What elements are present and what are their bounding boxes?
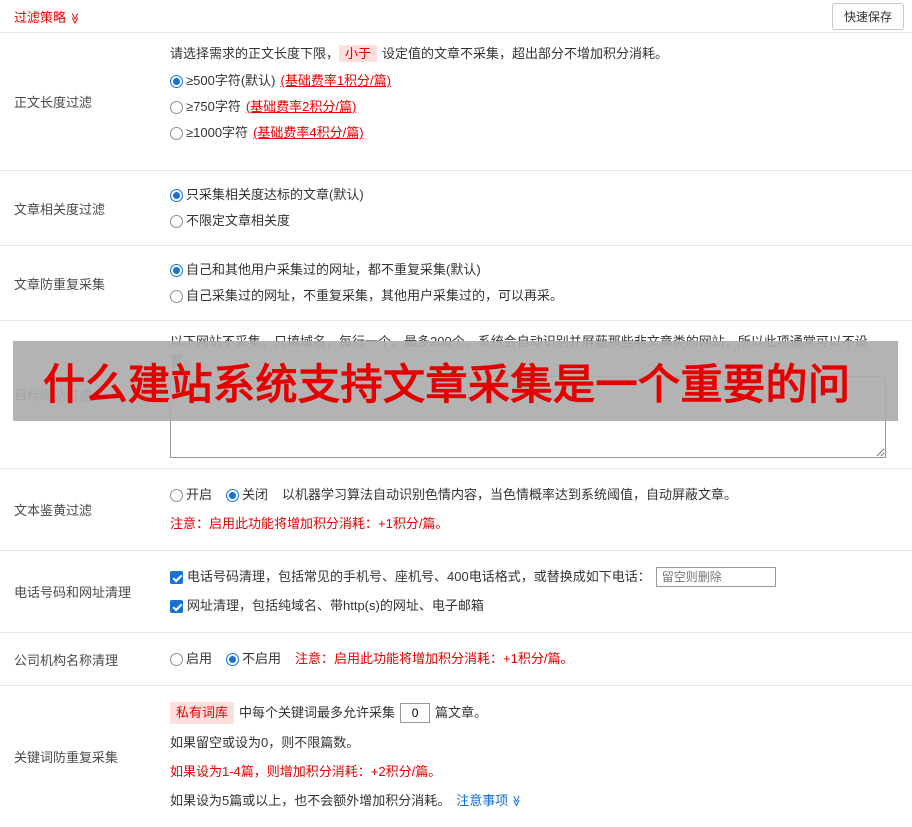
row-phone-url-cleanup: 电话号码和网址清理 电话号码清理，包括常见的手机号、座机号、400电话格式，或替… [0, 551, 912, 633]
keyword-limit-suffix: 篇文章。 [435, 703, 487, 723]
option-label: 电话号码清理，包括常见的手机号、座机号、400电话格式，或替换成如下电话： [187, 567, 651, 587]
option-label: 只采集相关度达标的文章(默认) [186, 186, 364, 204]
row-label-relevance: 文章相关度过滤 [0, 171, 170, 245]
radio-icon[interactable] [226, 489, 239, 502]
option-label: 关闭 [242, 485, 268, 505]
checkbox-icon[interactable] [170, 600, 183, 613]
radio-option-company-on[interactable]: 启用 [170, 649, 212, 669]
keyword-note-5plus-line: 如果设为5篇或以上，也不会额外增加积分消耗。 注意事项≫ [170, 791, 902, 811]
company-cleanup-warning: 注意：启用此功能将增加积分消耗：+1积分/篇。 [295, 649, 573, 669]
keyword-note-5plus: 如果设为5篇或以上，也不会额外增加积分消耗。 [170, 791, 450, 811]
body-length-desc: 请选择需求的正文长度下限，小于设定值的文章不采集，超出部分不增加积分消耗。 [170, 44, 902, 64]
row-label-body-length: 正文长度过滤 [0, 33, 170, 170]
radio-icon[interactable] [226, 653, 239, 666]
radio-icon[interactable] [170, 189, 183, 202]
quick-save-button[interactable]: 快速保存 [832, 3, 904, 30]
private-lexicon-highlight: 私有词库 [170, 702, 234, 724]
row-label-company: 公司机构名称清理 [0, 633, 170, 685]
keyword-note-1-4: 如果设为1-4篇，则增加积分消耗：+2积分/篇。 [170, 762, 902, 782]
row-label-keyword-dedup: 关键词防重复采集 [0, 686, 170, 827]
radio-option-dedup-all-users[interactable]: 自己和其他用户采集过的网址，都不重复采集(默认) [170, 261, 902, 279]
checkbox-option-url-cleanup[interactable]: 网址清理，包括纯域名、带http(s)的网址、电子邮箱 [170, 596, 484, 616]
url-cleanup-line: 网址清理，包括纯域名、带http(s)的网址、电子邮箱 [170, 596, 902, 616]
page-title: 过滤策略 [14, 10, 66, 25]
porn-filter-options-line: 开启 关闭 以机器学习算法自动识别色情内容，当色情概率达到系统阈值，自动屏蔽文章… [170, 485, 902, 505]
row-label-porn-filter: 文本鉴黄过滤 [0, 469, 170, 550]
desc-highlight-xiaoyu: 小于 [339, 45, 377, 62]
radio-icon[interactable] [170, 127, 183, 140]
checkbox-icon[interactable] [170, 571, 183, 584]
replacement-phone-input[interactable] [656, 567, 776, 587]
option-label: 启用 [186, 649, 212, 669]
row-keyword-dedup: 关键词防重复采集 私有词库 中每个关键词最多允许采集 篇文章。 如果留空或设为0… [0, 686, 912, 827]
radio-option-750-chars[interactable]: ≥750字符 (基础费率2积分/篇) [170, 98, 902, 116]
chevron-down-icon: ≫ [68, 12, 81, 24]
keyword-note-empty: 如果留空或设为0，则不限篇数。 [170, 733, 902, 753]
option-label: ≥1000字符 [186, 124, 248, 142]
phone-cleanup-line: 电话号码清理，包括常见的手机号、座机号、400电话格式，或替换成如下电话： [170, 567, 902, 587]
option-fee-note: (基础费率1积分/篇) [280, 72, 391, 90]
row-relevance-filter: 文章相关度过滤 只采集相关度达标的文章(默认) 不限定文章相关度 [0, 171, 912, 246]
row-body-length-filter: 正文长度过滤 请选择需求的正文长度下限，小于设定值的文章不采集，超出部分不增加积… [0, 33, 912, 171]
desc-text-prefix: 请选择需求的正文长度下限， [170, 46, 339, 61]
page-title-wrap[interactable]: 过滤策略≫ [14, 7, 81, 26]
option-label: 不限定文章相关度 [186, 212, 290, 230]
radio-option-company-off[interactable]: 不启用 [226, 649, 281, 669]
option-fee-note: (基础费率2积分/篇) [246, 98, 357, 116]
topbar: 过滤策略≫ 快速保存 [0, 0, 912, 33]
radio-icon[interactable] [170, 215, 183, 228]
keyword-limit-line: 私有词库 中每个关键词最多允许采集 篇文章。 [170, 702, 902, 724]
option-label: 网址清理，包括纯域名、带http(s)的网址、电子邮箱 [187, 596, 484, 616]
row-dedup-filter: 文章防重复采集 自己和其他用户采集过的网址，都不重复采集(默认) 自己采集过的网… [0, 246, 912, 321]
radio-icon[interactable] [170, 264, 183, 277]
radio-option-porn-off[interactable]: 关闭 [226, 485, 268, 505]
radio-option-500-chars[interactable]: ≥500字符(默认) (基础费率1积分/篇) [170, 72, 902, 90]
company-cleanup-line: 启用 不启用 注意：启用此功能将增加积分消耗：+1积分/篇。 [170, 649, 902, 669]
porn-filter-warning: 注意：启用此功能将增加积分消耗：+1积分/篇。 [170, 514, 902, 534]
radio-icon[interactable] [170, 75, 183, 88]
option-fee-note: (基础费率4积分/篇) [253, 124, 364, 142]
radio-option-porn-on[interactable]: 开启 [170, 485, 212, 505]
radio-icon[interactable] [170, 653, 183, 666]
option-label: 开启 [186, 485, 212, 505]
radio-option-1000-chars[interactable]: ≥1000字符 (基础费率4积分/篇) [170, 124, 902, 142]
notes-link[interactable]: 注意事项 [456, 791, 508, 811]
keyword-limit-input[interactable] [400, 703, 430, 723]
watermark-overlay: 什么建站系统支持文章采集是一个重要的问 [13, 341, 898, 421]
desc-text-suffix: 设定值的文章不采集，超出部分不增加积分消耗。 [382, 46, 668, 61]
row-porn-filter: 文本鉴黄过滤 开启 关闭 以机器学习算法自动识别色情内容，当色情概率达到系统阈值… [0, 469, 912, 551]
option-label: ≥750字符 [186, 98, 241, 116]
row-label-dedup: 文章防重复采集 [0, 246, 170, 320]
chevron-down-icon: ≫ [506, 795, 526, 807]
radio-option-relevance-strict[interactable]: 只采集相关度达标的文章(默认) [170, 186, 902, 204]
radio-option-relevance-any[interactable]: 不限定文章相关度 [170, 212, 902, 230]
radio-icon[interactable] [170, 101, 183, 114]
watermark-text: 什么建站系统支持文章采集是一个重要的问 [43, 351, 851, 412]
row-label-phone-url: 电话号码和网址清理 [0, 551, 170, 632]
option-label: 不启用 [242, 649, 281, 669]
checkbox-option-phone-cleanup[interactable]: 电话号码清理，包括常见的手机号、座机号、400电话格式，或替换成如下电话： [170, 567, 651, 587]
option-label: 自己采集过的网址，不重复采集，其他用户采集过的，可以再采。 [186, 287, 563, 305]
radio-option-dedup-self-only[interactable]: 自己采集过的网址，不重复采集，其他用户采集过的，可以再采。 [170, 287, 902, 305]
porn-filter-desc: 以机器学习算法自动识别色情内容，当色情概率达到系统阈值，自动屏蔽文章。 [282, 485, 737, 505]
option-label: ≥500字符(默认) [186, 72, 275, 90]
option-label: 自己和其他用户采集过的网址，都不重复采集(默认) [186, 261, 481, 279]
radio-icon[interactable] [170, 290, 183, 303]
row-company-cleanup: 公司机构名称清理 启用 不启用 注意：启用此功能将增加积分消耗：+1积分/篇。 [0, 633, 912, 686]
radio-icon[interactable] [170, 489, 183, 502]
keyword-limit-text: 中每个关键词最多允许采集 [239, 703, 395, 723]
